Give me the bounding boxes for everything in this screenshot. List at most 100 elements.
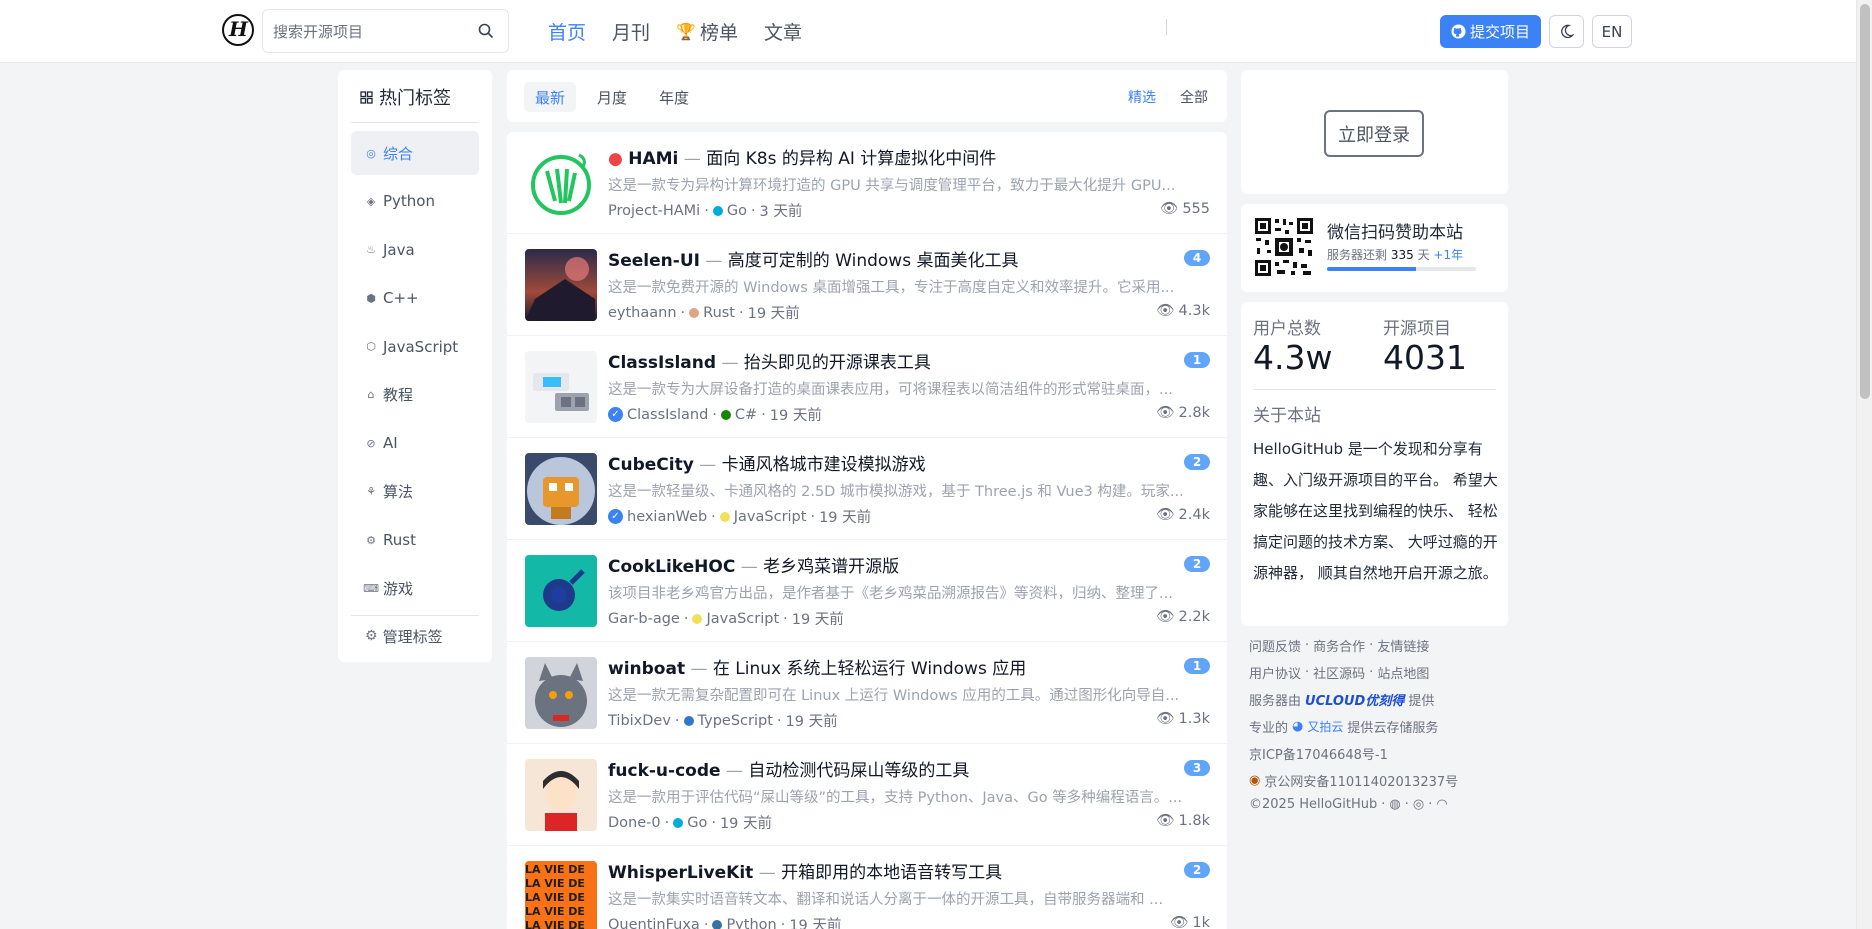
wechat-icon[interactable]: ◍	[1389, 797, 1400, 812]
project-author[interactable]: Done-0	[608, 815, 661, 831]
project-list: ● HAMi — 面向 K8s 的异构 AI 计算虚拟化中间件 这是一款专为异构…	[507, 132, 1227, 929]
tag-label: 游戏	[383, 580, 414, 599]
ucloud-logo[interactable]: UCLOUD优刻得	[1305, 690, 1404, 709]
svg-text:LA VIE DE: LA VIE DE	[525, 877, 585, 890]
tab-latest[interactable]: 最新	[524, 82, 577, 112]
nav-articles[interactable]: 文章	[764, 18, 802, 45]
vol-badge[interactable]: 1	[1184, 352, 1210, 368]
project-author[interactable]: Project-HAMi	[608, 203, 700, 219]
nav-monthly[interactable]: 月刊	[612, 18, 650, 45]
project-title[interactable]: CookLikeHOC — 老乡鸡菜谱开源版	[608, 552, 899, 577]
vol-badge[interactable]: 3	[1184, 760, 1210, 776]
search-input[interactable]	[273, 21, 463, 43]
search-box[interactable]	[262, 9, 509, 53]
project-item-winboat[interactable]: winboat — 在 Linux 系统上轻松运行 Windows 应用 1 这…	[507, 642, 1227, 744]
sponsor-card[interactable]: 微信扫码赞助本站 服务器还剩 335 天 +1年	[1241, 204, 1508, 292]
project-author[interactable]: QuentinFuxa	[608, 917, 700, 929]
project-views: 👁 2.4k	[1156, 506, 1210, 524]
views-count: 555	[1182, 200, 1210, 217]
project-title[interactable]: ClassIsland — 抬头即见的开源课表工具	[608, 348, 931, 373]
project-item-cooklikehoc[interactable]: CookLikeHOC — 老乡鸡菜谱开源版 2 该项目非老乡鸡官方出品，是作者…	[507, 540, 1227, 642]
submit-project-button[interactable]: 提交项目	[1440, 15, 1541, 48]
project-item-fuck-u-code[interactable]: fuck-u-code — 自动检测代码屎山等级的工具 3 这是一款用于评估代码…	[507, 744, 1227, 846]
rss-icon[interactable]: ◠	[1436, 797, 1447, 812]
vol-badge[interactable]: 2	[1184, 862, 1210, 878]
tag-item-algorithm[interactable]: ⚘ 算法	[351, 470, 479, 514]
weibo-icon[interactable]: ◎	[1413, 797, 1424, 812]
project-time: 19 天前	[785, 714, 838, 730]
project-description: 这是一款专为大屏设备打造的桌面课表应用，可将课程表以简洁组件的形式常驻桌面，..…	[608, 382, 1173, 398]
project-title[interactable]: fuck-u-code — 自动检测代码屎山等级的工具	[608, 756, 969, 781]
tag-item-javascript[interactable]: ⬡ JavaScript	[351, 325, 479, 369]
project-description: 这是一款无需复杂配置即可在 Linux 上运行 Windows 应用的工具。通过…	[608, 688, 1180, 704]
tag-item-ai[interactable]: ⊘ AI	[351, 421, 479, 465]
footer-server: 服务器由 UCLOUD优刻得 提供	[1249, 690, 1434, 709]
server-remaining: 服务器还剩 335 天 +1年	[1327, 246, 1463, 263]
tab-monthly[interactable]: 月度	[586, 82, 638, 112]
project-title[interactable]: CubeCity — 卡通风格城市建设模拟游戏	[608, 450, 926, 475]
vol-badge[interactable]: 4	[1184, 250, 1210, 266]
project-item-seelen-ui[interactable]: Seelen-UI — 高度可定制的 Windows 桌面美化工具 4 这是一款…	[507, 234, 1227, 336]
footer-link-sitemap[interactable]: 站点地图	[1377, 663, 1429, 682]
server-progress-fill	[1327, 267, 1417, 271]
project-item-classisland[interactable]: ClassIsland — 抬头即见的开源课表工具 1 这是一款专为大屏设备打造…	[507, 336, 1227, 438]
vol-badge[interactable]: 2	[1184, 556, 1210, 572]
project-avatar: LA VIE DE LA VIE DE LA VIE DE LA VIE DE LA V…	[525, 861, 597, 929]
footer-police[interactable]: ◉ 京公网安备11011402013237号	[1249, 771, 1458, 790]
filter-all[interactable]: 全部	[1180, 87, 1208, 107]
gear-icon: ⚙	[365, 628, 378, 645]
views-count: 1.8k	[1178, 812, 1210, 829]
project-author[interactable]: eythaann	[608, 305, 677, 321]
footer-link-source[interactable]: 社区源码	[1313, 663, 1365, 682]
tag-item-all[interactable]: ◎ 综合	[351, 131, 479, 175]
tag-item-cpp[interactable]: ⬢ C++	[351, 276, 479, 320]
hellogithub-logo[interactable]: H	[222, 14, 254, 46]
project-item-whisperlivekit[interactable]: LA VIE DE LA VIE DE LA VIE DE LA VIE DE LA V…	[507, 846, 1227, 929]
nav-home[interactable]: 首页	[548, 18, 586, 45]
footer-link-business[interactable]: 商务合作	[1313, 636, 1365, 655]
tag-item-rust[interactable]: ⚙ Rust	[351, 518, 479, 562]
tag-item-tutorial[interactable]: ⌂ 教程	[351, 373, 479, 417]
search-icon[interactable]	[478, 23, 494, 43]
language-toggle-button[interactable]: EN	[1592, 15, 1632, 48]
tag-item-java[interactable]: ♨ Java	[351, 228, 479, 272]
footer-link-feedback[interactable]: 问题反馈	[1249, 636, 1301, 655]
scrollbar-thumb[interactable]	[1860, 4, 1870, 399]
footer-icp[interactable]: 京ICP备17046648号-1	[1249, 744, 1388, 763]
project-author[interactable]: hexianWeb	[627, 509, 707, 525]
nav-ranking[interactable]: 🏆 榜单	[676, 18, 738, 45]
page-scrollbar[interactable]	[1856, 0, 1872, 929]
project-author[interactable]: Gar-b-age	[608, 611, 680, 627]
tab-yearly[interactable]: 年度	[648, 82, 700, 112]
project-language: Python	[726, 916, 777, 929]
sort-tab-bar: 最新 月度 年度 精选 全部	[507, 70, 1227, 122]
project-author[interactable]: ClassIsland	[627, 407, 708, 423]
theme-toggle-button[interactable]	[1549, 15, 1584, 48]
views-count: 1.3k	[1178, 710, 1210, 727]
project-views: 👁 2.2k	[1156, 608, 1210, 626]
manage-tags-button[interactable]: ⚙ 管理标签	[351, 614, 479, 647]
project-item-hami[interactable]: ● HAMi — 面向 K8s 的异构 AI 计算虚拟化中间件 这是一款专为异构…	[507, 132, 1227, 234]
tag-item-python[interactable]: ◈ Python	[351, 179, 479, 223]
project-title[interactable]: Seelen-UI — 高度可定制的 Windows 桌面美化工具	[608, 246, 1018, 271]
project-author[interactable]: TibixDev	[608, 713, 671, 729]
project-title[interactable]: WhisperLiveKit — 开箱即用的本地语音转写工具	[608, 858, 1002, 883]
footer-link-friends[interactable]: 友情链接	[1377, 636, 1429, 655]
login-button[interactable]: 立即登录	[1324, 110, 1424, 157]
vol-badge[interactable]: 1	[1184, 658, 1210, 674]
vol-badge[interactable]: 2	[1184, 454, 1210, 470]
project-description: 这是一款免费开源的 Windows 桌面增强工具，专注于高度自定义和效率提升。它…	[608, 280, 1175, 296]
project-title[interactable]: ● HAMi — 面向 K8s 的异构 AI 计算虚拟化中间件	[608, 144, 996, 169]
project-title[interactable]: winboat — 在 Linux 系统上轻松运行 Windows 应用	[608, 654, 1026, 679]
upyun-logo[interactable]: 又拍云	[1307, 718, 1343, 735]
footer-link-terms[interactable]: 用户协议	[1249, 663, 1301, 682]
eye-icon: 👁	[1156, 813, 1175, 829]
tag-item-game[interactable]: ⌨ 游戏	[351, 567, 479, 611]
server-remaining-days: 335	[1390, 248, 1414, 262]
filter-featured[interactable]: 精选	[1128, 87, 1156, 107]
project-meta: QuentinFuxa · Python · 19 天前	[608, 914, 841, 929]
project-item-cubecity[interactable]: CubeCity — 卡通风格城市建设模拟游戏 2 这是一款轻量级、卡通风格的 …	[507, 438, 1227, 540]
project-language: C#	[734, 406, 758, 423]
project-time: 19 天前	[719, 816, 772, 832]
project-language: Go	[687, 814, 708, 831]
